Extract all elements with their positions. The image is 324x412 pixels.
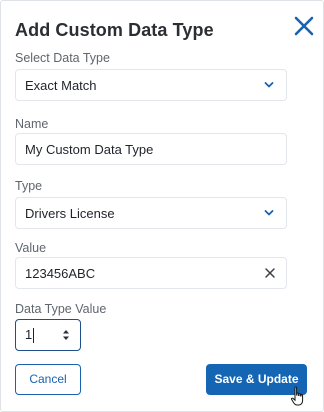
name-input[interactable]: My Custom Data Type xyxy=(15,133,287,165)
clear-icon[interactable] xyxy=(264,267,276,279)
chevron-down-icon xyxy=(264,210,274,216)
chevron-down-icon xyxy=(264,82,274,88)
value-label: Value xyxy=(15,241,47,255)
cancel-button[interactable]: Cancel xyxy=(15,364,81,395)
text-caret xyxy=(33,328,34,343)
data-type-value-label: Data Type Value xyxy=(15,302,107,316)
data-type-value-stepper[interactable]: 1 xyxy=(15,319,81,351)
name-label: Name xyxy=(15,117,49,131)
select-data-type-label: Select Data Type xyxy=(15,51,110,65)
type-dropdown[interactable]: Drivers License xyxy=(15,197,287,229)
value-input[interactable]: 123456ABC xyxy=(15,257,287,289)
name-value: My Custom Data Type xyxy=(25,142,154,157)
add-custom-data-type-dialog: Add Custom Data Type Select Data Type Ex… xyxy=(0,0,324,412)
value-value: 123456ABC xyxy=(25,266,96,281)
data-type-value-value: 1 xyxy=(25,327,33,342)
type-label: Type xyxy=(15,179,43,193)
spin-arrows-icon[interactable] xyxy=(62,328,70,342)
hand-cursor-icon xyxy=(290,386,304,406)
type-value: Drivers License xyxy=(25,206,115,221)
select-data-type-value: Exact Match xyxy=(25,78,97,93)
close-icon[interactable] xyxy=(291,13,317,39)
select-data-type-dropdown[interactable]: Exact Match xyxy=(15,69,287,101)
dialog-title: Add Custom Data Type xyxy=(15,20,214,40)
